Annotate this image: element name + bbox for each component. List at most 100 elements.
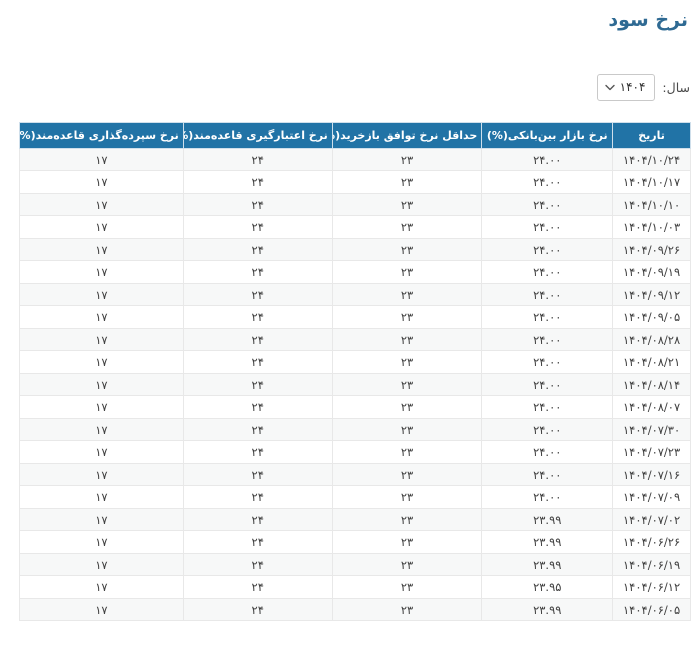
table-row: ۱۴۰۴/۰۸/۲۱ ۲۴.۰۰ ۲۳ ۲۴ ۱۷ xyxy=(19,350,691,374)
year-select-value: ۱۴۰۴ xyxy=(619,80,646,95)
chevron-down-icon xyxy=(605,84,616,91)
cell-deposit-rate: ۱۷ xyxy=(19,170,184,194)
cell-repo-rate: ۲۳ xyxy=(331,462,483,487)
cell-interbank-rate: ۲۴.۰۰ xyxy=(481,462,614,487)
cell-credit-rate: ۲۴ xyxy=(182,530,333,554)
cell-repo-rate: ۲۳ xyxy=(331,440,483,464)
cell-repo-rate: ۲۳ xyxy=(331,237,483,262)
cell-deposit-rate: ۱۷ xyxy=(19,260,184,284)
cell-date: ۱۴۰۴/۰۹/۰۵ xyxy=(612,305,691,329)
table-row: ۱۴۰۴/۰۹/۰۵ ۲۴.۰۰ ۲۳ ۲۴ ۱۷ xyxy=(19,305,691,329)
cell-date: ۱۴۰۴/۰۹/۲۶ xyxy=(612,237,691,262)
cell-credit-rate: ۲۴ xyxy=(182,552,333,577)
cell-repo-rate: ۲۳ xyxy=(331,530,483,554)
cell-deposit-rate: ۱۷ xyxy=(19,462,184,487)
year-select[interactable]: ۱۴۰۴ xyxy=(597,73,656,101)
table-row: ۱۴۰۴/۰۶/۱۲ ۲۳.۹۵ ۲۳ ۲۴ ۱۷ xyxy=(19,575,691,599)
cell-date: ۱۴۰۴/۰۷/۲۳ xyxy=(612,440,691,464)
cell-date: ۱۴۰۴/۰۶/۰۵ xyxy=(612,597,691,622)
cell-interbank-rate: ۲۴.۰۰ xyxy=(481,305,614,329)
cell-interbank-rate: ۲۴.۰۰ xyxy=(481,372,614,397)
cell-date: ۱۴۰۴/۰۹/۱۲ xyxy=(612,282,691,307)
table-row: ۱۴۰۴/۱۰/۲۴ ۲۴.۰۰ ۲۳ ۲۴ ۱۷ xyxy=(19,147,691,172)
cell-deposit-rate: ۱۷ xyxy=(19,530,184,554)
cell-interbank-rate: ۲۴.۰۰ xyxy=(481,192,614,217)
cell-credit-rate: ۲۴ xyxy=(182,372,333,397)
cell-deposit-rate: ۱۷ xyxy=(19,372,184,397)
cell-repo-rate: ۲۳ xyxy=(331,327,483,352)
cell-date: ۱۴۰۴/۱۰/۱۷ xyxy=(612,170,691,194)
rates-table-container: تاریخ نرخ بازار بین‌بانکی(%) حداقل نرخ تو… xyxy=(19,121,691,622)
table-row: ۱۴۰۴/۰۸/۲۸ ۲۴.۰۰ ۲۳ ۲۴ ۱۷ xyxy=(19,327,691,352)
table-row: ۱۴۰۴/۰۷/۰۹ ۲۴.۰۰ ۲۳ ۲۴ ۱۷ xyxy=(19,485,691,509)
cell-credit-rate: ۲۴ xyxy=(182,237,333,262)
cell-interbank-rate: ۲۴.۰۰ xyxy=(481,260,614,284)
cell-date: ۱۴۰۴/۰۸/۲۱ xyxy=(612,350,691,374)
table-row: ۱۴۰۴/۰۷/۳۰ ۲۴.۰۰ ۲۳ ۲۴ ۱۷ xyxy=(19,417,691,442)
cell-deposit-rate: ۱۷ xyxy=(19,350,184,374)
cell-date: ۱۴۰۴/۰۷/۱۶ xyxy=(612,462,691,487)
cell-credit-rate: ۲۴ xyxy=(182,282,333,307)
cell-credit-rate: ۲۴ xyxy=(182,440,333,464)
cell-date: ۱۴۰۴/۰۸/۱۴ xyxy=(612,372,691,397)
column-header: نرخ بازار بین‌بانکی(%) xyxy=(481,121,614,149)
rates-table: تاریخ نرخ بازار بین‌بانکی(%) حداقل نرخ تو… xyxy=(19,121,691,622)
cell-repo-rate: ۲۳ xyxy=(331,305,483,329)
year-filter: سال: ۱۴۰۴ xyxy=(0,73,690,101)
cell-credit-rate: ۲۴ xyxy=(182,192,333,217)
cell-interbank-rate: ۲۳.۹۹ xyxy=(481,552,614,577)
cell-repo-rate: ۲۳ xyxy=(331,575,483,599)
cell-deposit-rate: ۱۷ xyxy=(19,192,184,217)
cell-deposit-rate: ۱۷ xyxy=(19,552,184,577)
cell-interbank-rate: ۲۴.۰۰ xyxy=(481,147,614,172)
cell-deposit-rate: ۱۷ xyxy=(19,507,184,532)
cell-deposit-rate: ۱۷ xyxy=(19,575,184,599)
cell-interbank-rate: ۲۴.۰۰ xyxy=(481,237,614,262)
cell-repo-rate: ۲۳ xyxy=(331,372,483,397)
table-row: ۱۴۰۴/۰۹/۱۹ ۲۴.۰۰ ۲۳ ۲۴ ۱۷ xyxy=(19,260,691,284)
cell-interbank-rate: ۲۴.۰۰ xyxy=(481,170,614,194)
column-header: تاریخ xyxy=(612,121,691,149)
cell-interbank-rate: ۲۳.۹۹ xyxy=(481,597,614,622)
cell-date: ۱۴۰۴/۰۷/۰۹ xyxy=(612,485,691,509)
cell-repo-rate: ۲۳ xyxy=(331,417,483,442)
cell-credit-rate: ۲۴ xyxy=(182,597,333,622)
cell-repo-rate: ۲۳ xyxy=(331,170,483,194)
cell-deposit-rate: ۱۷ xyxy=(19,597,184,622)
cell-repo-rate: ۲۳ xyxy=(331,282,483,307)
cell-repo-rate: ۲۳ xyxy=(331,485,483,509)
column-header: نرخ اعتبارگیری قاعده‌مند(%) xyxy=(182,121,333,149)
table-row: ۱۴۰۴/۰۶/۱۹ ۲۳.۹۹ ۲۳ ۲۴ ۱۷ xyxy=(19,552,691,577)
table-row: ۱۴۰۴/۰۸/۰۷ ۲۴.۰۰ ۲۳ ۲۴ ۱۷ xyxy=(19,395,691,419)
cell-deposit-rate: ۱۷ xyxy=(19,282,184,307)
table-row: ۱۴۰۴/۰۸/۱۴ ۲۴.۰۰ ۲۳ ۲۴ ۱۷ xyxy=(19,372,691,397)
cell-repo-rate: ۲۳ xyxy=(331,552,483,577)
cell-repo-rate: ۲۳ xyxy=(331,507,483,532)
cell-credit-rate: ۲۴ xyxy=(182,485,333,509)
cell-credit-rate: ۲۴ xyxy=(182,350,333,374)
cell-credit-rate: ۲۴ xyxy=(182,215,333,239)
page: نرخ سود سال: ۱۴۰۴ تاریخ نرخ بازار بین‌با… xyxy=(0,9,700,622)
cell-credit-rate: ۲۴ xyxy=(182,170,333,194)
cell-interbank-rate: ۲۴.۰۰ xyxy=(481,440,614,464)
table-row: ۱۴۰۴/۱۰/۱۰ ۲۴.۰۰ ۲۳ ۲۴ ۱۷ xyxy=(19,192,691,217)
cell-repo-rate: ۲۳ xyxy=(331,395,483,419)
table-row: ۱۴۰۴/۱۰/۱۷ ۲۴.۰۰ ۲۳ ۲۴ ۱۷ xyxy=(19,170,691,194)
cell-date: ۱۴۰۴/۱۰/۱۰ xyxy=(612,192,691,217)
column-header: نرخ سپرده‌گذاری قاعده‌مند(%) xyxy=(19,121,184,149)
cell-deposit-rate: ۱۷ xyxy=(19,417,184,442)
cell-repo-rate: ۲۳ xyxy=(331,597,483,622)
cell-deposit-rate: ۱۷ xyxy=(19,147,184,172)
table-row: ۱۴۰۴/۰۹/۲۶ ۲۴.۰۰ ۲۳ ۲۴ ۱۷ xyxy=(19,237,691,262)
cell-interbank-rate: ۲۴.۰۰ xyxy=(481,485,614,509)
cell-repo-rate: ۲۳ xyxy=(331,147,483,172)
cell-deposit-rate: ۱۷ xyxy=(19,440,184,464)
year-label: سال: xyxy=(662,79,690,95)
cell-deposit-rate: ۱۷ xyxy=(19,215,184,239)
cell-credit-rate: ۲۴ xyxy=(182,417,333,442)
cell-date: ۱۴۰۴/۰۷/۰۲ xyxy=(612,507,691,532)
table-row: ۱۴۰۴/۰۷/۰۲ ۲۳.۹۹ ۲۳ ۲۴ ۱۷ xyxy=(19,507,691,532)
cell-repo-rate: ۲۳ xyxy=(331,350,483,374)
cell-credit-rate: ۲۴ xyxy=(182,507,333,532)
cell-repo-rate: ۲۳ xyxy=(331,215,483,239)
